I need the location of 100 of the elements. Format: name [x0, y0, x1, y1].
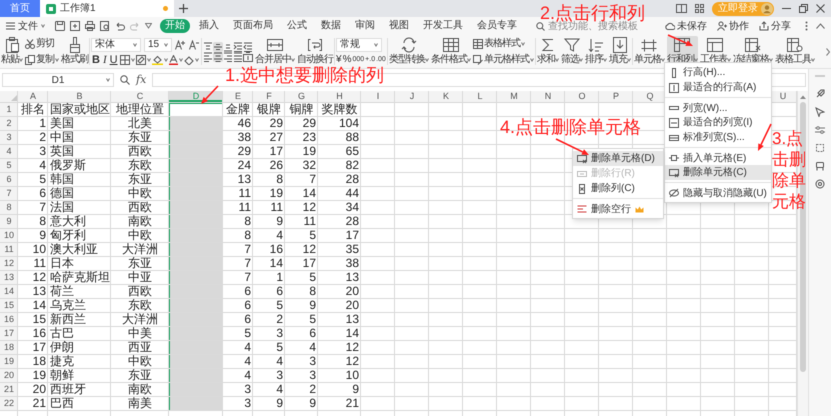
format-button[interactable]: I	[102, 54, 108, 66]
column-header[interactable]: M	[497, 91, 531, 102]
font-family-field[interactable]: 宋体	[91, 38, 141, 52]
table-cell-text: 11	[238, 187, 252, 200]
ribbon-button[interactable]: 表格样式	[472, 36, 534, 50]
column-header[interactable]: G	[285, 91, 318, 102]
menu-tab[interactable]: 插入	[194, 19, 224, 33]
menu-item[interactable]: 行高(H)...	[665, 65, 771, 80]
row-header[interactable]: 18	[0, 341, 18, 354]
column-header[interactable]: P	[599, 91, 633, 102]
menu-item[interactable]: 删除单元格(D)	[573, 151, 663, 166]
ribbon-button[interactable]: 排序	[584, 36, 607, 67]
row-header[interactable]: 21	[0, 383, 18, 396]
row-header[interactable]: 20	[0, 369, 18, 382]
row-header[interactable]: 10	[0, 229, 18, 242]
column-header[interactable]: H	[318, 91, 361, 102]
row-header[interactable]: 8	[0, 201, 18, 214]
column-header[interactable]: K	[429, 91, 463, 102]
menu-tab[interactable]: 公式	[282, 19, 312, 33]
number-format-button[interactable]: %	[342, 54, 352, 66]
ribbon-button[interactable]: 单元格	[634, 36, 665, 67]
ribbon-button[interactable]: 类型转换	[388, 36, 429, 67]
ribbon-button[interactable]: 格式刷	[61, 36, 88, 67]
number-format-field[interactable]: 常规	[336, 38, 382, 52]
column-header[interactable]: I	[361, 91, 395, 102]
column-header[interactable]: J	[395, 91, 429, 102]
ribbon-button[interactable]: 自动换行	[297, 36, 333, 67]
column-header[interactable]: C	[111, 91, 169, 102]
row-header[interactable]: 6	[0, 173, 18, 186]
table-cell-text: 32	[302, 159, 317, 172]
menu-item[interactable]: 删除列(C)	[573, 181, 663, 196]
menu-tab[interactable]: 数据	[316, 19, 346, 33]
column-header[interactable]: A	[18, 91, 48, 102]
table-cell-text: 46	[236, 117, 252, 130]
menu-item[interactable]: 标准列宽(S)...	[665, 130, 771, 145]
row-header[interactable]: 11	[0, 243, 18, 256]
table-cell-text: 北美	[127, 117, 153, 130]
menu-item[interactable]: 隐藏与取消隐藏(U)	[665, 182, 771, 200]
column-header[interactable]: U	[769, 91, 797, 102]
font-size-field[interactable]: 15	[144, 38, 172, 52]
format-button[interactable]: U	[108, 54, 119, 66]
name-box[interactable]: D1	[2, 73, 114, 87]
table-cell-text: 中亚	[127, 271, 153, 284]
row-header[interactable]: 15	[0, 299, 18, 312]
toolbar-button[interactable]: 协作	[717, 18, 749, 34]
row-header[interactable]: 7	[0, 187, 18, 200]
menu-item[interactable]: 最适合的行高(A)	[665, 80, 771, 95]
row-header[interactable]: 16	[0, 313, 18, 326]
table-cell-text: 捷克	[49, 355, 75, 368]
table-cell-text: 14	[302, 187, 317, 200]
table-cell-text: 4	[38, 159, 47, 172]
row-header[interactable]: 19	[0, 355, 18, 368]
number-format-button[interactable]: ¥	[336, 54, 342, 66]
function-label[interactable]: fx	[136, 72, 146, 88]
row-header[interactable]: 17	[0, 327, 18, 340]
row-header[interactable]: 2	[0, 117, 18, 130]
table-cell-text: 南欧	[127, 383, 153, 396]
ribbon-button[interactable]: 条件格式	[430, 36, 471, 67]
ribbon-button[interactable]: 筛选	[560, 36, 583, 67]
table-cell-text: 2	[275, 313, 284, 326]
ribbon-button[interactable]: 合并居中	[255, 36, 295, 67]
menu-item[interactable]: 最适合的列宽(I)	[665, 115, 771, 130]
menu-tab[interactable]: 视图	[384, 19, 414, 33]
row-header[interactable]: 13	[0, 271, 18, 284]
table-cell-text: 8	[308, 285, 317, 298]
menu-tab[interactable]: 页面布局	[228, 19, 278, 33]
format-button[interactable]: B	[91, 54, 101, 66]
window-tab[interactable]: 首页	[0, 0, 40, 17]
row-header[interactable]: 3	[0, 131, 18, 144]
row-header[interactable]: 5	[0, 159, 18, 172]
ribbon-button[interactable]: 剪切	[25, 36, 59, 50]
ribbon-button[interactable]: 单元格样式	[472, 52, 534, 66]
row-header[interactable]: 12	[0, 257, 18, 270]
toolbar-button[interactable]: 分享	[759, 18, 791, 34]
menu-item[interactable]: 列宽(W)...	[665, 97, 771, 115]
ribbon-button[interactable]: 复制	[25, 52, 59, 66]
row-header[interactable]: 22	[0, 397, 18, 410]
menu-tab[interactable]: 会员专享	[472, 19, 522, 33]
column-header[interactable]: N	[531, 91, 565, 102]
column-header[interactable]: F	[253, 91, 285, 102]
column-header[interactable]: E	[223, 91, 253, 102]
menu-tab[interactable]: 审阅	[350, 19, 380, 33]
column-header[interactable]: O	[565, 91, 599, 102]
column-header[interactable]: B	[48, 91, 111, 102]
menu-tab[interactable]: 开发工具	[418, 19, 468, 33]
column-header[interactable]: Q	[633, 91, 667, 102]
row-header[interactable]: 9	[0, 215, 18, 228]
ribbon-button[interactable]: 求和	[536, 36, 559, 67]
toolbar-button[interactable]: 未保存	[665, 18, 707, 34]
ribbon-button[interactable]: 表格工具	[774, 36, 815, 67]
file-menu[interactable]: 文件	[6, 18, 45, 34]
row-header[interactable]: 14	[0, 285, 18, 298]
menu-item[interactable]: 删除单元格(C)	[665, 165, 771, 180]
ribbon-button[interactable]: 粘贴	[1, 36, 23, 67]
ribbon-button[interactable]: 填充	[608, 36, 631, 67]
menu-item[interactable]: 删除空行	[573, 198, 663, 216]
column-header[interactable]: L	[463, 91, 497, 102]
row-header[interactable]: 4	[0, 145, 18, 158]
row-header[interactable]: 1	[0, 103, 18, 116]
window-tab[interactable]: 工作簿1	[40, 0, 174, 17]
